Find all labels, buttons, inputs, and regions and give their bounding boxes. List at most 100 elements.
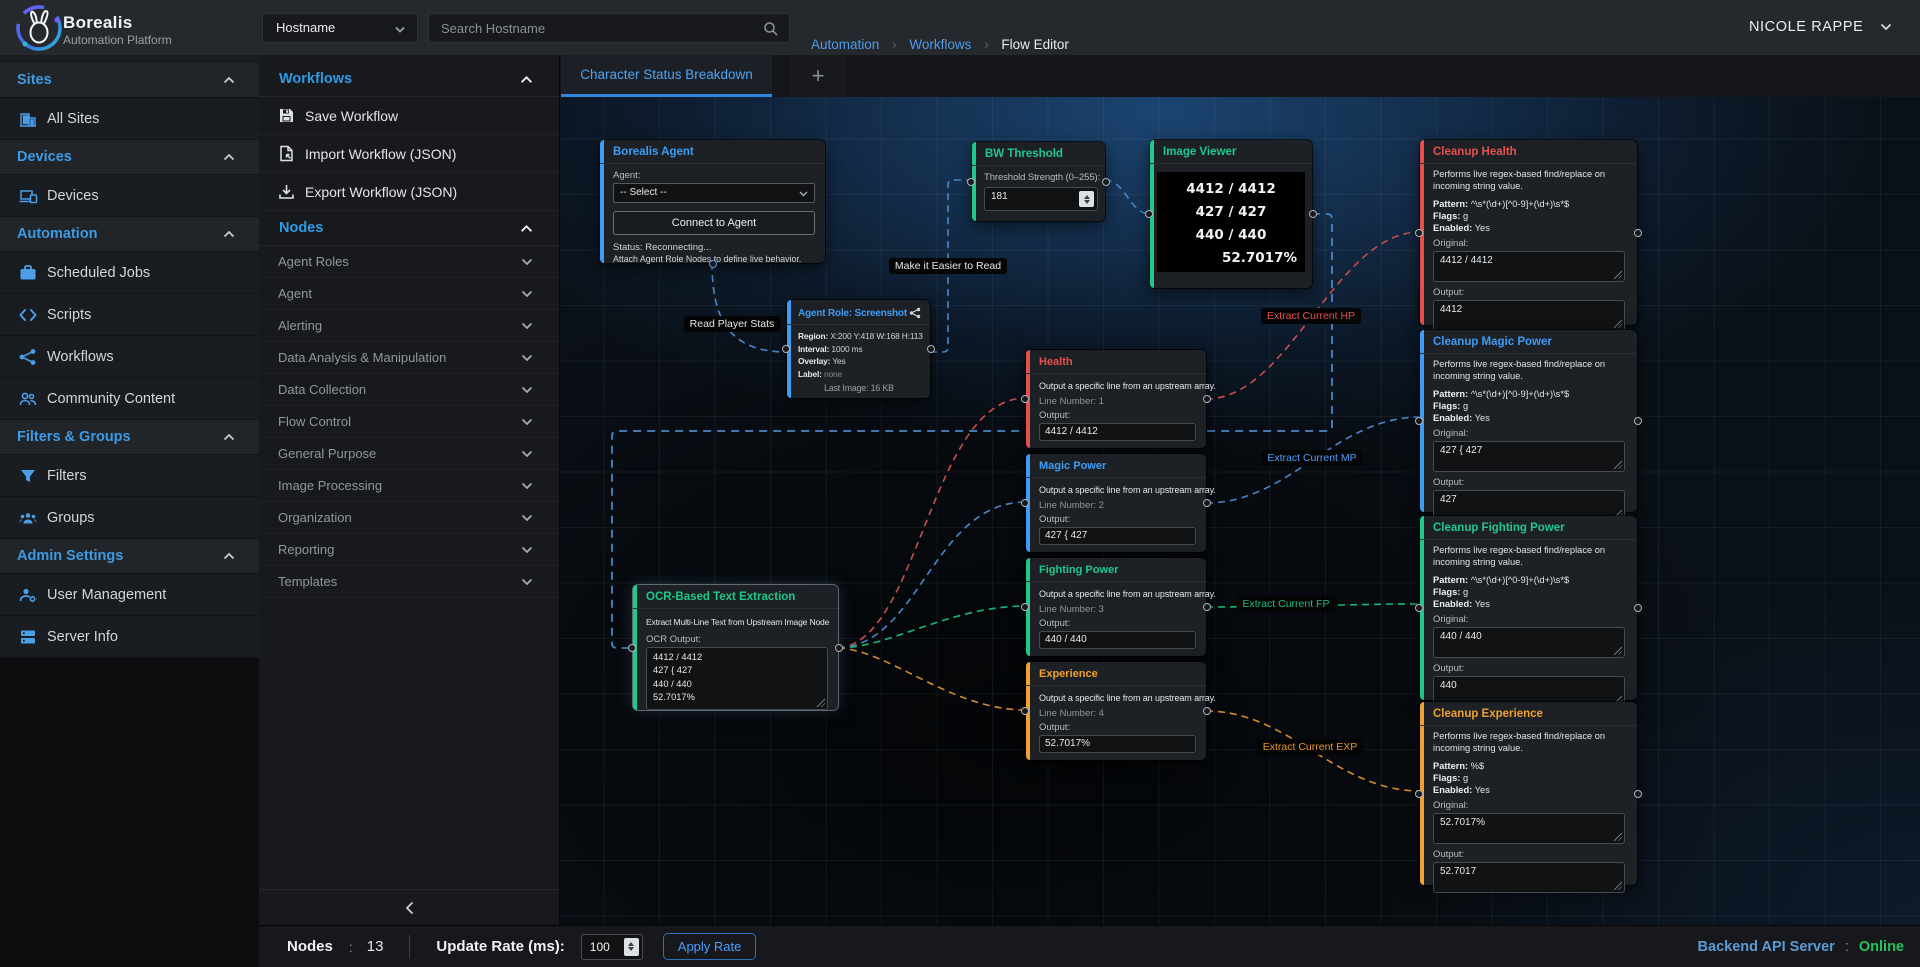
- node-magic-power[interactable]: Magic Power Output a specific line from …: [1026, 454, 1206, 552]
- output-textarea[interactable]: 4412: [1433, 300, 1625, 331]
- node-handle[interactable]: [927, 345, 935, 353]
- node-handle[interactable]: [1102, 178, 1110, 186]
- update-rate-input[interactable]: 100: [581, 934, 643, 960]
- sidebar-item-devices[interactable]: Devices: [0, 175, 259, 217]
- connect-to-agent-button[interactable]: Connect to Agent: [613, 211, 815, 235]
- node-category-reporting[interactable]: Reporting: [259, 534, 559, 566]
- share-icon[interactable]: [909, 307, 921, 319]
- export-workflow-button[interactable]: Export Workflow (JSON): [259, 173, 559, 211]
- node-category-templates[interactable]: Templates: [259, 566, 559, 598]
- line-output[interactable]: 4412 / 4412: [1039, 423, 1196, 441]
- node-category-flow-control[interactable]: Flow Control: [259, 406, 559, 438]
- hostname-dropdown[interactable]: Hostname: [262, 13, 418, 43]
- node-cleanup-magic-power[interactable]: Cleanup Magic Power Performs live regex-…: [1420, 330, 1637, 512]
- panel-collapse[interactable]: [259, 889, 559, 925]
- node-cleanup-experience[interactable]: Cleanup Experience Performs live regex-b…: [1420, 702, 1637, 885]
- node-handle[interactable]: [1021, 603, 1029, 611]
- node-image-viewer[interactable]: Image Viewer 4412 / 4412 427 / 427 440 /…: [1150, 140, 1312, 288]
- node-handle[interactable]: [1203, 707, 1211, 715]
- node-category-data-analysis[interactable]: Data Analysis & Manipulation: [259, 342, 559, 374]
- line-output[interactable]: 427 { 427: [1039, 527, 1196, 545]
- sidebar-section-sites[interactable]: Sites: [0, 63, 259, 98]
- sidebar-item-groups[interactable]: Groups: [0, 497, 259, 539]
- node-category-agent-roles[interactable]: Agent Roles: [259, 246, 559, 278]
- ocr-output-textarea[interactable]: 4412 / 4412 427 { 427 440 / 440 52.7017%: [646, 647, 828, 710]
- sidebar-item-scripts[interactable]: Scripts: [0, 294, 259, 336]
- node-cleanup-health[interactable]: Cleanup Health Performs live regex-based…: [1420, 140, 1637, 325]
- line-output[interactable]: 52.7017%: [1039, 735, 1196, 753]
- breadcrumb-automation[interactable]: Automation: [811, 37, 879, 52]
- line-output[interactable]: 440 / 440: [1039, 631, 1196, 649]
- node-category-alerting[interactable]: Alerting: [259, 310, 559, 342]
- node-handle[interactable]: [1203, 395, 1211, 403]
- apply-rate-button[interactable]: Apply Rate: [663, 933, 757, 960]
- node-handle[interactable]: [782, 345, 790, 353]
- threshold-input[interactable]: 181: [984, 187, 1098, 211]
- node-handle[interactable]: [967, 178, 975, 186]
- chevron-up-icon: [223, 153, 235, 161]
- node-handle[interactable]: [1021, 707, 1029, 715]
- save-workflow-button[interactable]: Save Workflow: [259, 97, 559, 135]
- node-handle[interactable]: [1415, 229, 1423, 237]
- node-handle[interactable]: [1145, 210, 1153, 218]
- search-input[interactable]: [429, 14, 749, 42]
- output-textarea[interactable]: 52.7017: [1433, 862, 1625, 893]
- original-textarea[interactable]: 440 / 440: [1433, 627, 1625, 658]
- tab-character-status-breakdown[interactable]: Character Status Breakdown: [561, 55, 772, 97]
- node-handle[interactable]: [1634, 790, 1642, 798]
- flow-canvas[interactable]: Read Player Stats Make it Easier to Read…: [560, 97, 1920, 925]
- sidebar-item-filters[interactable]: Filters: [0, 455, 259, 497]
- sidebar-item-user-management[interactable]: User Management: [0, 574, 259, 616]
- node-handle[interactable]: [628, 644, 636, 652]
- import-workflow-button[interactable]: Import Workflow (JSON): [259, 135, 559, 173]
- user-menu[interactable]: NICOLE RAPPE: [1749, 19, 1892, 35]
- sidebar-item-workflows[interactable]: Workflows: [0, 336, 259, 378]
- node-handle[interactable]: [1309, 210, 1317, 218]
- sidebar-section-devices[interactable]: Devices: [0, 140, 259, 175]
- node-handle[interactable]: [1634, 229, 1642, 237]
- node-handle[interactable]: [1021, 499, 1029, 507]
- node-category-organization[interactable]: Organization: [259, 502, 559, 534]
- node-handle[interactable]: [835, 644, 843, 652]
- node-category-agent[interactable]: Agent: [259, 278, 559, 310]
- sidebar-item-server-info[interactable]: Server Info: [0, 616, 259, 658]
- sidebar-item-all-sites[interactable]: All Sites: [0, 98, 259, 140]
- sidebar-item-scheduled-jobs[interactable]: Scheduled Jobs: [0, 252, 259, 294]
- node-handle[interactable]: [709, 260, 717, 268]
- node-handle[interactable]: [1634, 417, 1642, 425]
- node-category-general-purpose[interactable]: General Purpose: [259, 438, 559, 470]
- node-fighting-power[interactable]: Fighting Power Output a specific line fr…: [1026, 558, 1206, 656]
- agent-select[interactable]: -- Select --: [613, 183, 815, 203]
- panel-section-nodes[interactable]: Nodes: [259, 211, 559, 246]
- original-textarea[interactable]: 52.7017%: [1433, 813, 1625, 844]
- number-spinner[interactable]: [1079, 191, 1094, 207]
- node-borealis-agent[interactable]: Borealis Agent Agent: -- Select -- Conne…: [600, 140, 825, 263]
- number-spinner[interactable]: [624, 938, 639, 956]
- node-handle[interactable]: [1415, 417, 1423, 425]
- edge-ocr-to-experience: [838, 648, 1026, 710]
- panel-section-workflows[interactable]: Workflows: [259, 62, 559, 97]
- node-ocr-text-extraction[interactable]: OCR-Based Text Extraction Extract Multi-…: [633, 585, 838, 710]
- node-cleanup-fighting-power[interactable]: Cleanup Fighting Power Performs live reg…: [1420, 516, 1637, 700]
- node-health[interactable]: Health Output a specific line from an up…: [1026, 350, 1206, 448]
- breadcrumb-workflows[interactable]: Workflows: [909, 37, 971, 52]
- sidebar-section-admin-settings[interactable]: Admin Settings: [0, 539, 259, 574]
- node-handle[interactable]: [1203, 499, 1211, 507]
- nodes-count-label: Nodes: [287, 938, 333, 955]
- node-category-data-collection[interactable]: Data Collection: [259, 374, 559, 406]
- add-tab-button[interactable]: +: [790, 55, 846, 97]
- node-handle[interactable]: [1634, 604, 1642, 612]
- sidebar-section-automation[interactable]: Automation: [0, 217, 259, 252]
- node-handle[interactable]: [1021, 395, 1029, 403]
- original-textarea[interactable]: 4412 / 4412: [1433, 251, 1625, 282]
- node-handle[interactable]: [1415, 790, 1423, 798]
- original-textarea[interactable]: 427 { 427: [1433, 441, 1625, 472]
- node-experience[interactable]: Experience Output a specific line from a…: [1026, 662, 1206, 760]
- sidebar-section-filters-groups[interactable]: Filters & Groups: [0, 420, 259, 455]
- node-category-image-processing[interactable]: Image Processing: [259, 470, 559, 502]
- node-handle[interactable]: [1203, 603, 1211, 611]
- node-agent-role-screenshot[interactable]: Agent Role: Screenshot Region: X:200 Y:4…: [787, 300, 930, 398]
- node-bw-threshold[interactable]: BW Threshold Threshold Strength (0–255):…: [972, 142, 1105, 221]
- node-handle[interactable]: [1415, 604, 1423, 612]
- sidebar-item-community-content[interactable]: Community Content: [0, 378, 259, 420]
